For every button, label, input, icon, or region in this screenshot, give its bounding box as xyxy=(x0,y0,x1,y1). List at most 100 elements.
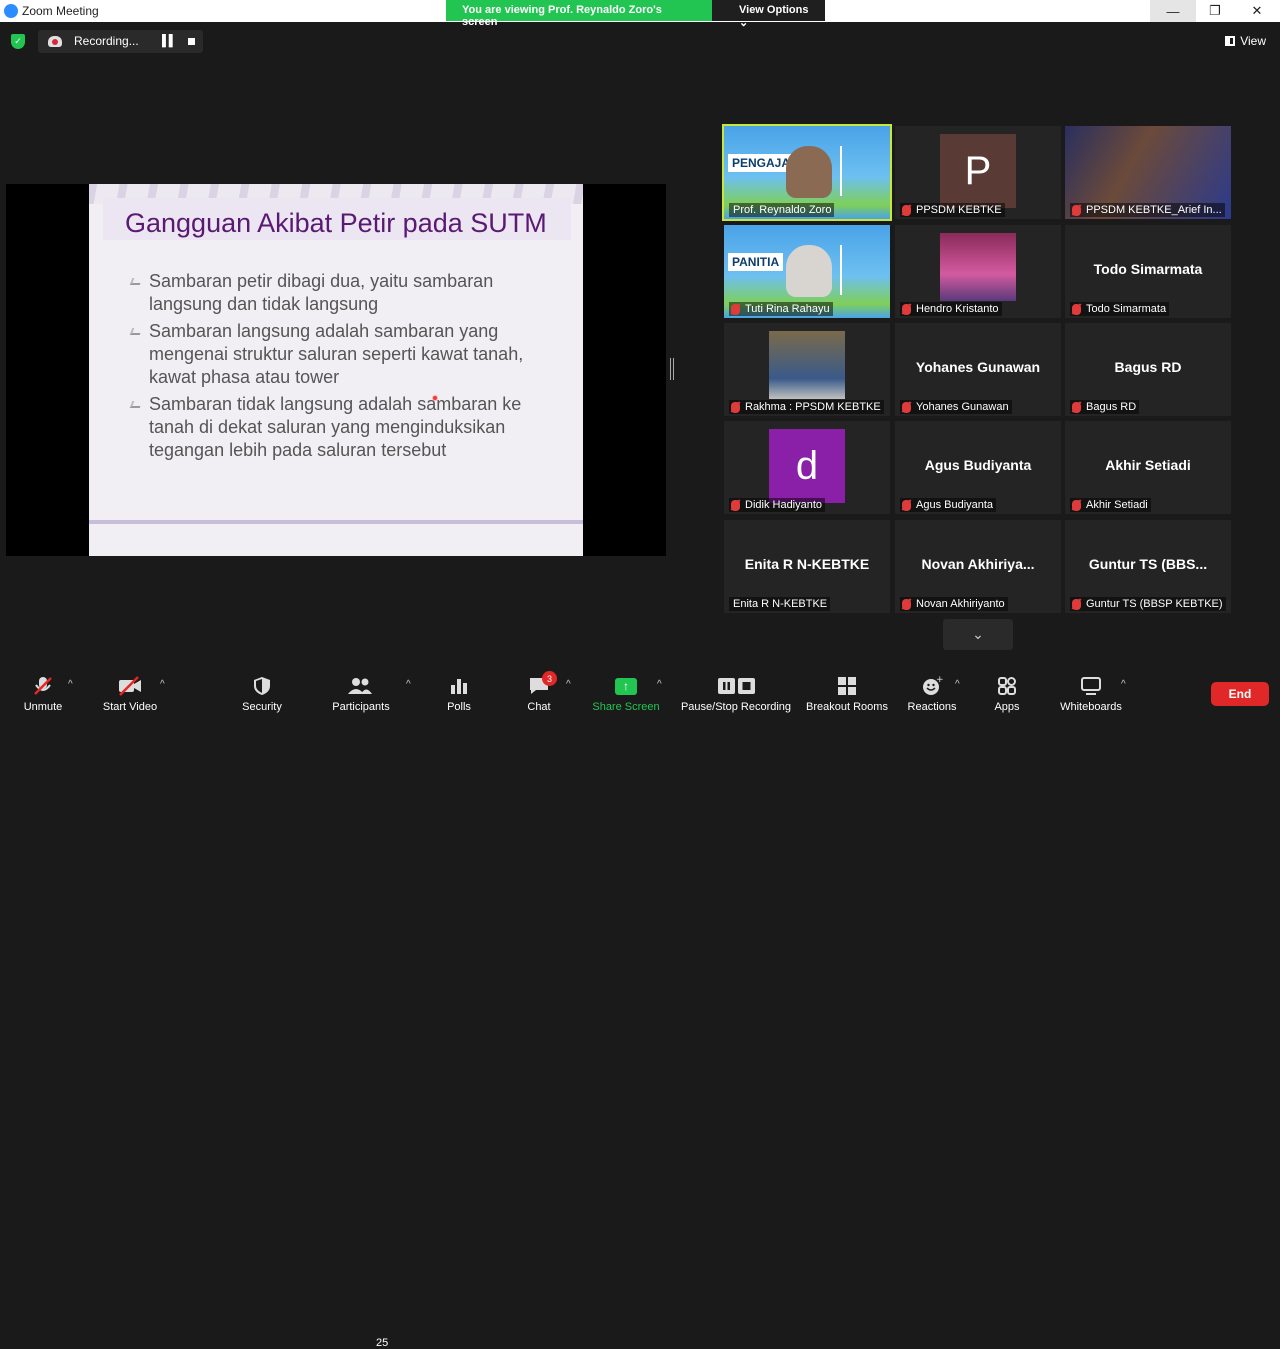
slide-title: Gangguan Akibat Petir pada SUTM xyxy=(125,208,547,238)
participant-tile[interactable]: Yohanes Gunawan Yohanes Gunawan xyxy=(895,323,1061,416)
participant-name: Enita R N-KEBTKE xyxy=(729,597,831,611)
avatar-letter: d xyxy=(769,429,845,503)
security-shield-icon xyxy=(236,673,288,699)
start-video-button[interactable]: Start Video xyxy=(96,660,164,719)
reactions-label: Reactions xyxy=(907,701,957,713)
cloud-recording-icon xyxy=(48,36,62,47)
chat-unread-badge: 3 xyxy=(542,671,557,686)
slide-decoration-line xyxy=(89,520,583,524)
slide-bullet: Sambaran langsung adalah sambaran yang m… xyxy=(129,320,549,389)
gallery-next-page-button[interactable]: ⌄ xyxy=(943,619,1013,650)
unmute-label: Unmute xyxy=(23,701,63,713)
pause-stop-recording-label: Pause/Stop Recording xyxy=(680,701,792,713)
video-options-caret[interactable]: ^ xyxy=(160,679,165,690)
share-options-caret[interactable]: ^ xyxy=(657,679,662,690)
reactions-button[interactable]: + Reactions xyxy=(904,660,960,719)
slide-bullet: Sambaran tidak langsung adalah sambaran … xyxy=(129,393,549,462)
participants-count: 25 xyxy=(376,1337,389,1349)
participant-tile[interactable]: Todo Simarmata Todo Simarmata xyxy=(1065,225,1231,318)
participant-display-name: Yohanes Gunawan xyxy=(915,359,1041,375)
participant-tile[interactable]: d Didik Hadiyanto xyxy=(724,421,890,514)
participant-photo xyxy=(940,233,1016,301)
whiteboards-button[interactable]: Whiteboards xyxy=(1056,660,1126,719)
participant-tile[interactable]: PPSDM KEBTKE_Arief In... xyxy=(1065,126,1231,219)
participant-tile[interactable]: Bagus RD Bagus RD xyxy=(1065,323,1231,416)
chat-options-caret[interactable]: ^ xyxy=(566,679,571,690)
breakout-rooms-icon xyxy=(804,673,890,699)
participant-name: Hendro Kristanto xyxy=(900,302,1002,316)
participant-name: Todo Simarmata xyxy=(1070,302,1170,316)
share-screen-label: Share Screen xyxy=(592,701,660,713)
participant-name: Prof. Reynaldo Zoro xyxy=(729,203,835,217)
participant-tile[interactable]: Enita R N-KEBTKE Enita R N-KEBTKE xyxy=(724,520,890,613)
participant-display-name: Bagus RD xyxy=(1114,359,1182,375)
participant-name: Guntur TS (BBSP KEBTKE) xyxy=(1070,597,1226,611)
shared-screen: Gangguan Akibat Petir pada SUTM Sambaran… xyxy=(6,184,666,556)
security-label: Security xyxy=(242,701,282,713)
participant-tile[interactable]: PANITIA Tuti Rina Rahayu xyxy=(724,225,890,318)
restore-button[interactable]: ❐ xyxy=(1192,0,1238,22)
participant-display-name: Todo Simarmata xyxy=(1093,261,1203,277)
security-button[interactable]: Security xyxy=(236,660,288,719)
minimize-button[interactable]: — xyxy=(1150,0,1196,22)
participant-display-name: Akhir Setiadi xyxy=(1105,457,1191,473)
participant-name: Novan Akhiriyanto xyxy=(900,597,1008,611)
breakout-rooms-label: Breakout Rooms xyxy=(806,701,888,713)
view-button[interactable]: View xyxy=(1225,34,1266,48)
slide-bullets: Sambaran petir dibagi dua, yaitu sambara… xyxy=(129,270,549,466)
end-meeting-button[interactable]: End xyxy=(1211,682,1269,706)
reactions-smiley-icon: + xyxy=(904,673,960,699)
participant-photo xyxy=(769,331,845,399)
meeting-topbar: ✓ Recording... ▌▌ View xyxy=(0,22,1280,58)
recording-indicator: Recording... ▌▌ xyxy=(38,30,203,53)
encryption-shield-icon[interactable]: ✓ xyxy=(11,34,25,49)
participants-options-caret[interactable]: ^ xyxy=(406,679,411,690)
participant-name: Bagus RD xyxy=(1070,400,1140,414)
pause-stop-icon xyxy=(678,673,794,699)
participant-tile[interactable]: Agus Budiyanta Agus Budiyanta xyxy=(895,421,1061,514)
close-button[interactable]: ✕ xyxy=(1234,0,1280,22)
participant-name: PPSDM KEBTKE xyxy=(900,203,1005,217)
participant-face xyxy=(786,245,832,297)
participants-label: Participants xyxy=(332,701,390,713)
participant-name: Rakhma : PPSDM KEBTKE xyxy=(729,400,884,414)
pause-stop-recording-button[interactable]: Pause/Stop Recording xyxy=(678,660,794,719)
pause-recording-icon[interactable]: ▌▌ xyxy=(162,35,177,47)
wind-turbine-graphic xyxy=(840,146,880,196)
stop-recording-icon[interactable] xyxy=(188,38,195,45)
polls-button[interactable]: Polls xyxy=(436,660,482,719)
participant-tile[interactable]: Akhir Setiadi Akhir Setiadi xyxy=(1065,421,1231,514)
participant-tile[interactable]: PENGAJAR Prof. Reynaldo Zoro xyxy=(722,124,892,221)
chat-button[interactable]: Chat xyxy=(516,660,562,719)
participant-tile[interactable]: Rakhma : PPSDM KEBTKE xyxy=(724,323,890,416)
view-label: View xyxy=(1240,34,1266,48)
participant-tile[interactable]: Novan Akhiriya... Novan Akhiriyanto xyxy=(895,520,1061,613)
participant-name: Didik Hadiyanto xyxy=(729,498,826,512)
participant-display-name: Agus Budiyanta xyxy=(924,457,1032,473)
whiteboards-options-caret[interactable]: ^ xyxy=(1121,679,1126,690)
participant-tile[interactable]: P PPSDM KEBTKE xyxy=(895,126,1061,219)
video-poster-label: PANITIA xyxy=(728,253,784,271)
participant-name: Agus Budiyanta xyxy=(900,498,997,512)
participant-tile[interactable]: Guntur TS (BBS... Guntur TS (BBSP KEBTKE) xyxy=(1065,520,1231,613)
participant-tile[interactable]: Hendro Kristanto xyxy=(895,225,1061,318)
share-screen-button[interactable]: ↑ Share Screen xyxy=(592,660,660,719)
view-options-button[interactable]: View Options ⌄ xyxy=(712,0,825,29)
viewing-notice: You are viewing Prof. Reynaldo Zoro's sc… xyxy=(446,0,712,28)
whiteboards-label: Whiteboards xyxy=(1060,701,1122,713)
polls-label: Polls xyxy=(447,701,471,713)
breakout-rooms-button[interactable]: Breakout Rooms xyxy=(804,660,890,719)
svg-text:+: + xyxy=(936,675,943,685)
unmute-button[interactable]: Unmute xyxy=(14,660,72,719)
presentation-slide: Gangguan Akibat Petir pada SUTM Sambaran… xyxy=(89,184,583,556)
start-video-label: Start Video xyxy=(102,701,158,713)
panel-resize-handle[interactable] xyxy=(670,358,674,380)
reactions-options-caret[interactable]: ^ xyxy=(955,679,960,690)
chat-label: Chat xyxy=(527,701,551,713)
participant-face xyxy=(786,146,832,198)
participant-name: Yohanes Gunawan xyxy=(900,400,1012,414)
participants-button[interactable]: Participants xyxy=(326,660,396,719)
apps-button[interactable]: Apps xyxy=(986,660,1028,719)
audio-options-caret[interactable]: ^ xyxy=(68,679,73,690)
slide-bullet: Sambaran petir dibagi dua, yaitu sambara… xyxy=(129,270,549,316)
